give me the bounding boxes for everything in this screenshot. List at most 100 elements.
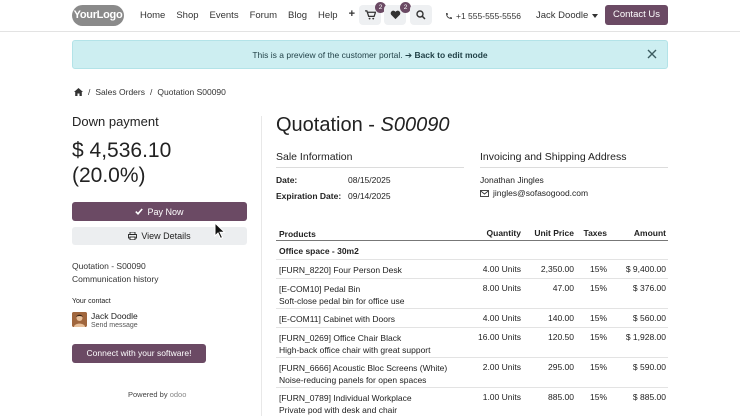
phone-number[interactable]: +1 555-555-5556 <box>445 11 521 21</box>
product-price: 47.00 <box>552 283 574 293</box>
header-quantity: Quantity <box>486 228 521 238</box>
nav-shop[interactable]: Shop <box>176 10 198 21</box>
phone-icon <box>446 13 452 19</box>
preview-banner: This is a preview of the customer portal… <box>72 40 668 69</box>
product-name: [E-COM10] Pedal Bin <box>279 284 361 294</box>
page-title: Quotation - S00090 <box>276 114 449 137</box>
section-label: Office space - 30m2 <box>279 246 359 256</box>
header-unit-price: Unit Price <box>534 228 574 238</box>
date-label: Date: <box>276 175 298 185</box>
check-icon <box>135 208 144 215</box>
table-row: [FURN_8220] Four Person Desk 4.00 Units … <box>276 260 668 279</box>
product-qty: 4.00 Units <box>482 264 521 274</box>
product-qty: 2.00 Units <box>482 362 521 372</box>
header-amount: Amount <box>633 228 666 238</box>
table-row: [FURN_6666] Acoustic Bloc Screens (White… <box>276 358 668 388</box>
product-qty: 4.00 Units <box>482 313 521 323</box>
nav-help[interactable]: Help <box>318 10 338 21</box>
customer-email-row: jingles@sofasogood.com <box>480 188 588 198</box>
wishlist-button[interactable]: 2 <box>384 2 411 25</box>
user-name: Jack Doodle <box>536 10 589 21</box>
invoicing-address-title: Invoicing and Shipping Address <box>480 151 627 163</box>
nav-events[interactable]: Events <box>210 10 239 21</box>
table-row: [E-COM11] Cabinet with Doors 4.00 Units … <box>276 309 668 328</box>
product-tax: 15% <box>589 392 607 402</box>
quotation-link[interactable]: Quotation - S00090 <box>72 260 158 273</box>
customer-email[interactable]: jingles@sofasogood.com <box>493 188 588 198</box>
sidebar-links: Quotation - S00090 Communication history <box>72 260 158 286</box>
product-qty: 1.00 Units <box>482 392 521 402</box>
breadcrumb-separator: / <box>88 87 91 97</box>
product-tax: 15% <box>589 283 607 293</box>
avatar <box>72 312 87 327</box>
cart-icon <box>364 10 376 20</box>
pay-now-label: Pay Now <box>147 206 184 217</box>
connect-software-button[interactable]: Connect with your software! <box>72 344 206 363</box>
nav-forum[interactable]: Forum <box>250 10 277 21</box>
pay-now-button[interactable]: Pay Now <box>72 202 247 221</box>
product-tax: 15% <box>589 264 607 274</box>
product-cell: [FURN_0269] Office Chair Black High-back… <box>279 332 469 356</box>
home-icon[interactable] <box>74 88 83 96</box>
communication-history-link[interactable]: Communication history <box>72 273 158 286</box>
product-name: [E-COM11] Cabinet with Doors <box>279 314 396 324</box>
product-price: 120.50 <box>548 332 574 342</box>
nav-home[interactable]: Home <box>140 10 165 21</box>
breadcrumb: / Sales Orders / Quotation S00090 <box>74 87 226 97</box>
contact-us-button[interactable]: Contact Us <box>605 5 668 25</box>
plus-icon[interactable]: + <box>349 9 355 21</box>
product-cell: [FURN_6666] Acoustic Bloc Screens (White… <box>279 362 479 386</box>
user-menu[interactable]: Jack Doodle <box>536 10 599 21</box>
amount-percent: (20.0%) <box>72 164 146 187</box>
banner-message: This is a preview of the customer portal… <box>73 50 667 61</box>
cart-button[interactable]: 2 <box>359 2 386 25</box>
product-name: [FURN_0269] Office Chair Black <box>279 333 402 343</box>
customer-name-row: Jonathan Jingles <box>480 175 544 185</box>
products-table: Products Quantity Unit Price Taxes Amoun… <box>276 224 668 416</box>
product-amount: $ 1,928.00 <box>625 332 666 342</box>
product-cell: [FURN_0789] Individual Workplace Private… <box>279 392 469 416</box>
title-number: S00090 <box>380 114 450 136</box>
product-price: 295.00 <box>548 362 574 372</box>
search-icon <box>416 10 426 20</box>
table-row: [FURN_0789] Individual Workplace Private… <box>276 388 668 416</box>
product-description: Private pod with desk and chair <box>279 405 398 415</box>
close-icon[interactable] <box>645 47 659 61</box>
header-taxes: Taxes <box>583 228 607 238</box>
expiration-label: Expiration Date: <box>276 191 342 201</box>
search-button[interactable] <box>410 5 432 25</box>
product-price: 2,350.00 <box>540 264 574 274</box>
nav-blog[interactable]: Blog <box>288 10 307 21</box>
your-contact-label: Your contact <box>72 298 111 305</box>
product-tax: 15% <box>589 362 607 372</box>
date-value: 08/15/2025 <box>348 175 391 185</box>
product-amount: $ 9,400.00 <box>625 264 666 274</box>
product-name: [FURN_6666] Acoustic Bloc Screens (White… <box>279 363 448 373</box>
heart-icon <box>390 10 400 20</box>
order-date-row: Date: 08/15/2025 <box>276 175 391 185</box>
view-details-label: View Details <box>141 231 191 241</box>
site-logo[interactable]: YourLogo <box>72 5 124 26</box>
back-to-edit-link[interactable]: ➔ Back to edit mode <box>405 50 488 60</box>
sale-information-title: Sale Information <box>276 151 353 163</box>
top-navbar: YourLogo Home Shop Events Forum Blog Hel… <box>0 0 740 32</box>
banner-text: This is a preview of the customer portal… <box>252 50 403 60</box>
customer-name: Jonathan Jingles <box>480 175 544 185</box>
odoo-logo[interactable]: odoo <box>170 390 187 399</box>
divider <box>480 167 668 168</box>
send-message-link[interactable]: Send message <box>91 322 138 329</box>
mouse-cursor-icon <box>214 222 226 240</box>
down-payment-title: Down payment <box>72 114 159 129</box>
breadcrumb-sales-orders[interactable]: Sales Orders <box>95 87 145 97</box>
product-description: Soft-close pedal bin for office use <box>279 296 405 306</box>
product-cell: [E-COM10] Pedal Bin Soft-close pedal bin… <box>279 283 469 307</box>
table-row: [FURN_0269] Office Chair Black High-back… <box>276 328 668 358</box>
powered-by: Powered by odoo <box>128 390 186 399</box>
product-qty: 8.00 Units <box>482 283 521 293</box>
envelope-icon <box>480 189 489 197</box>
breadcrumb-current: Quotation S00090 <box>157 87 226 97</box>
product-description: Noise-reducing panels for open spaces <box>279 375 427 385</box>
product-name: [FURN_8220] Four Person Desk <box>279 265 402 275</box>
product-name: [FURN_0789] Individual Workplace <box>279 393 412 403</box>
down-payment-amount: $ 4,536.10 (20.0%) <box>72 138 171 188</box>
